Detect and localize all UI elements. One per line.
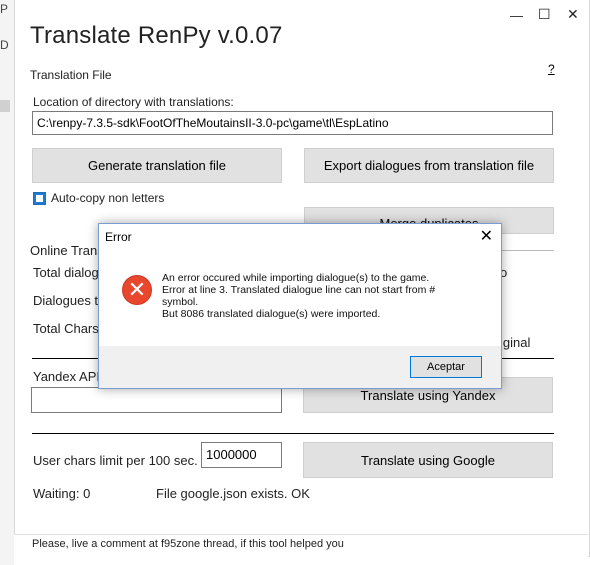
auto-copy-checkbox[interactable] [33,192,46,205]
minimize-button[interactable]: — [510,8,523,23]
close-button[interactable]: ✕ [567,6,579,23]
dialogues-translated-label: Dialogues t [33,293,99,308]
online-group-label: Online Trans [30,243,104,258]
total-dialogues-label: Total dialog [33,265,99,280]
google-json-status: File google.json exists. OK [156,486,310,501]
dialog-message-line-3: symbol. [162,296,199,308]
bg-fragment-1: P [0,2,9,16]
help-link[interactable]: ? [548,62,555,76]
background-window-edge [0,0,14,565]
error-icon: ✕ [122,275,152,305]
bg-fragment-3 [0,100,10,112]
chars-limit-label: User chars limit per 100 sec. [33,453,198,468]
maximize-button[interactable]: ☐ [538,6,551,23]
location-label: Location of directory with translations: [33,95,234,109]
error-dialog: Error ✕ ✕ An error occured while importi… [98,223,502,389]
auto-copy-label: Auto-copy non letters [51,191,165,205]
dialog-message-line-4: But 8086 translated dialogue(s) were imp… [162,308,381,320]
location-input[interactable]: C:\renpy-7.3.5-sdk\FootOfTheMoutainsII-3… [32,111,553,135]
yandex-api-label: Yandex API [33,369,100,384]
export-dialogues-button[interactable]: Export dialogues from translation file [304,148,554,183]
yandex-api-input[interactable] [31,387,282,413]
dialog-message-line-2: Error at line 3. Translated dialogue lin… [162,284,436,296]
dialog-message: An error occured while importing dialogu… [162,272,492,320]
dialog-message-line-1: An error occured while importing dialogu… [162,272,430,284]
waiting-status: Waiting: 0 [33,486,91,501]
dialog-ok-button[interactable]: Aceptar [410,356,482,378]
total-chars-label: Total Chars: [33,321,103,336]
app-title: Translate RenPy v.0.07 [30,22,283,49]
right-fragment-2: iginal [500,335,531,350]
translate-google-button[interactable]: Translate using Google [303,442,553,478]
generate-translation-button[interactable]: Generate translation file [32,148,282,183]
dialog-close-button[interactable]: ✕ [480,226,493,246]
bg-fragment-2: D [0,38,9,52]
dialog-title: Error [105,230,132,244]
status-bar-text: Please, live a comment at f95zone thread… [32,538,344,550]
chars-limit-input[interactable]: 1000000 [201,442,282,468]
translation-file-group-label: Translation File [30,68,112,82]
divider-2 [32,433,554,434]
